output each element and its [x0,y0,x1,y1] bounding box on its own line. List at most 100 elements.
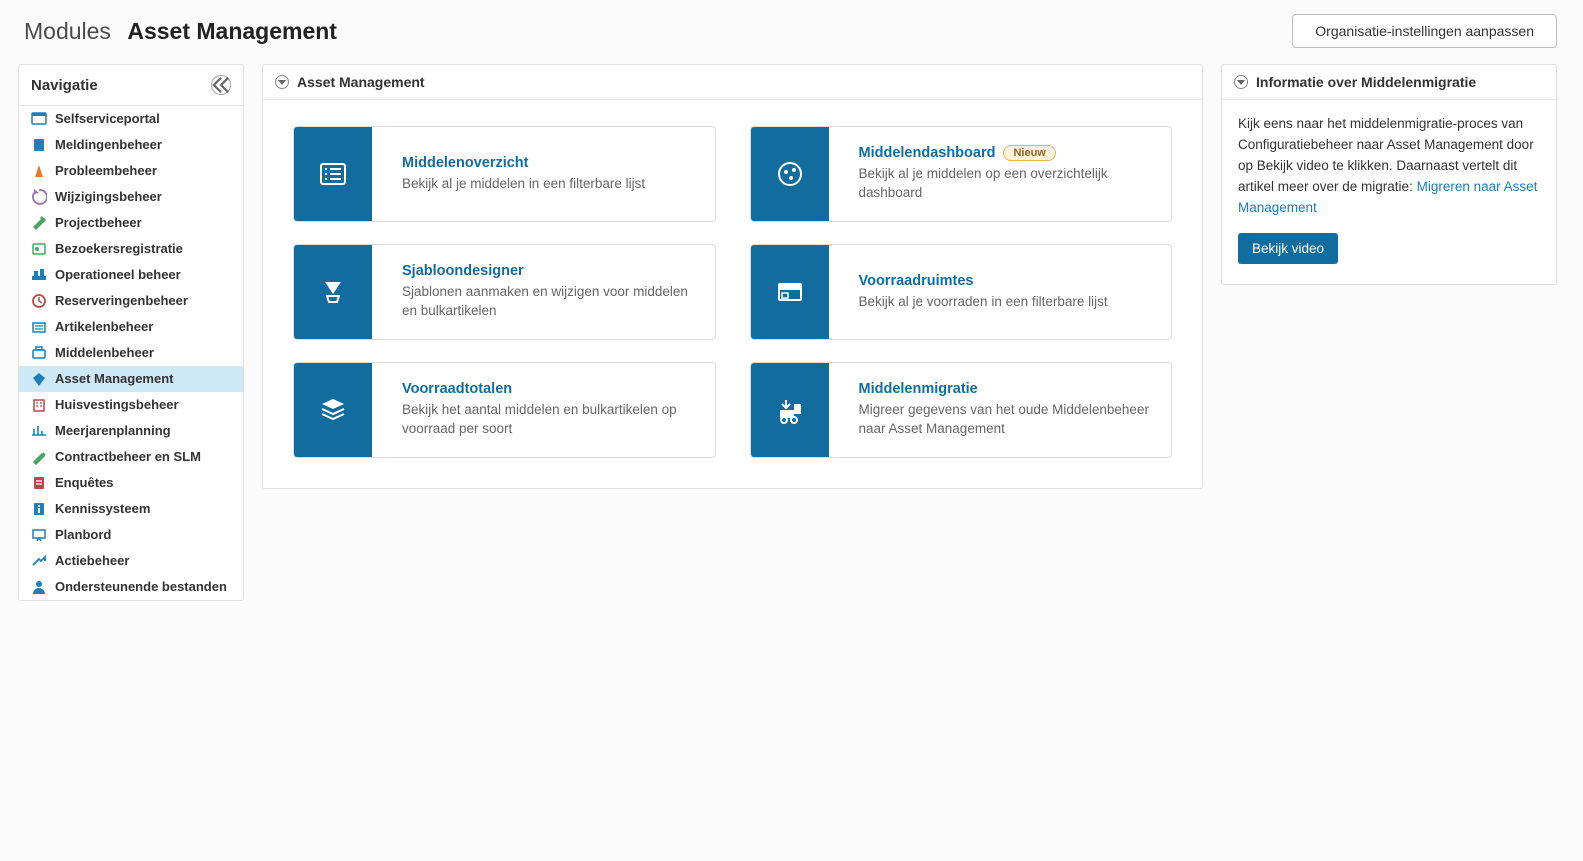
sidebar-item-meerjarenplanning[interactable]: Meerjarenplanning [19,418,243,444]
action-icon [31,553,47,569]
sidebar-item-label: Wijzigingsbeheer [55,189,162,205]
survey-icon [31,475,47,491]
card-desc: Bekijk al je middelen op een overzichtel… [859,165,1152,203]
clock-icon [31,293,47,309]
sidebar-item-reserveringenbeheer[interactable]: Reserveringenbeheer [19,288,243,314]
sidebar-item-label: Meerjarenplanning [55,423,171,439]
sidebar-item-label: Meldingenbeheer [55,137,162,153]
sidebar-item-enquetes[interactable]: Enquêtes [19,470,243,496]
sidebar-item-wijzigingsbeheer[interactable]: Wijzigingsbeheer [19,184,243,210]
sidebar-item-label: Selfserviceportal [55,111,160,127]
sidebar-item-label: Reserveringenbeheer [55,293,188,309]
sidebar-item-label: Planbord [55,527,111,543]
board-icon [31,527,47,543]
sidebar-item-label: Enquêtes [55,475,114,491]
card-desc: Bekijk al je voorraden in een filterbare… [859,293,1108,312]
card-middelenoverzicht[interactable]: Middelenoverzicht Bekijk al je middelen i… [293,126,716,222]
pen-icon [31,449,47,465]
building-icon [31,397,47,413]
breadcrumb: Modules Asset Management [24,18,337,45]
sidebar-item-label: Contractbeheer en SLM [55,449,201,465]
new-badge: Nieuw [1003,145,1055,161]
diamond-icon [31,371,47,387]
card-title: Middelendashboard [859,145,996,161]
sidebar-nav: Navigatie Selfserviceportal Meldingenbehe… [18,64,244,601]
card-middelendashboard[interactable]: Middelendashboard Nieuw Bekijk al je midde… [750,126,1173,222]
sidebar-item-label: Asset Management [55,371,173,387]
org-settings-button[interactable]: Organisatie-instellingen aanpassen [1292,14,1557,48]
sidebar-item-kennissysteem[interactable]: Kennissysteem [19,496,243,522]
sidebar-item-label: Ondersteunende bestanden [55,579,227,595]
watch-video-button[interactable]: Bekijk video [1238,233,1338,264]
sidebar-item-artikelenbeheer[interactable]: Artikelenbeheer [19,314,243,340]
breadcrumb-modules[interactable]: Modules [24,18,111,44]
main-panel-header[interactable]: Asset Management [263,65,1202,100]
collapse-icon [275,75,289,89]
visitor-icon [31,241,47,257]
page-header: Modules Asset Management Organisatie-ins… [18,14,1557,48]
info-panel: Informatie over Middelenmigratie Kijk ee… [1221,64,1557,285]
card-title: Voorraadruimtes [859,273,974,289]
sidebar-item-operationeel-beheer[interactable]: Operationeel beheer [19,262,243,288]
sidebar-item-label: Huisvestingsbeheer [55,397,179,413]
sidebar-title: Navigatie [31,77,98,94]
design-icon [294,245,372,339]
sidebar-item-middelenbeheer[interactable]: Middelenbeheer [19,340,243,366]
change-icon [31,189,47,205]
assets-icon [31,345,47,361]
sidebar-item-label: Actiebeheer [55,553,129,569]
sidebar-item-projectbeheer[interactable]: Projectbeheer [19,210,243,236]
card-title: Voorraadtotalen [402,381,512,397]
card-title: Middelenoverzicht [402,155,529,171]
portal-icon [31,111,47,127]
info-icon [31,501,47,517]
cone-icon [31,163,47,179]
card-title: Sjabloondesigner [402,263,524,279]
card-desc: Bekijk al je middelen in een filterbare … [402,175,645,194]
sidebar-item-planbord[interactable]: Planbord [19,522,243,548]
sidebar-item-label: Operationeel beheer [55,267,181,283]
sidebar-item-ondersteunende-bestanden[interactable]: Ondersteunende bestanden [19,574,243,600]
sidebar-item-actiebeheer[interactable]: Actiebeheer [19,548,243,574]
sidebar-item-probleembeheer[interactable]: Probleembeheer [19,158,243,184]
stockroom-icon [751,245,829,339]
sidebar-item-label: Bezoekersregistratie [55,241,183,257]
sidebar-item-label: Kennissysteem [55,501,150,517]
dashboard-icon [751,127,829,221]
articles-icon [31,319,47,335]
card-title: Middelenmigratie [859,381,978,397]
card-middelenmigratie[interactable]: Middelenmigratie Migreer gegevens van het… [750,362,1173,458]
user-icon [31,579,47,595]
info-panel-header[interactable]: Informatie over Middelenmigratie [1222,65,1556,100]
card-voorraadtotalen[interactable]: Voorraadtotalen Bekijk het aantal middele… [293,362,716,458]
info-panel-title: Informatie over Middelenmigratie [1256,74,1476,90]
sidebar-item-label: Probleembeheer [55,163,157,179]
card-sjabloondesigner[interactable]: Sjabloondesigner Sjablonen aanmaken en wi… [293,244,716,340]
list-icon [294,127,372,221]
sidebar-item-label: Projectbeheer [55,215,142,231]
timeline-icon [31,423,47,439]
main-panel: Asset Management Middelenoverzicht Bekijk… [262,64,1203,489]
sidebar-item-label: Middelenbeheer [55,345,154,361]
sidebar-item-contractbeheer-en-slm[interactable]: Contractbeheer en SLM [19,444,243,470]
sidebar-item-bezoekersregistratie[interactable]: Bezoekersregistratie [19,236,243,262]
chevron-left-double-icon [212,76,230,94]
card-desc: Bekijk het aantal middelen en bulkartike… [402,401,695,439]
sidebar-collapse-button[interactable] [211,75,231,95]
collapse-icon [1234,75,1248,89]
card-desc: Sjablonen aanmaken en wijzigen voor midd… [402,283,695,321]
stack-icon [294,363,372,457]
migrate-icon [751,363,829,457]
card-voorraadruimtes[interactable]: Voorraadruimtes Bekijk al je voorraden in… [750,244,1173,340]
main-panel-title: Asset Management [297,74,425,90]
sidebar-item-asset-management[interactable]: Asset Management [19,366,243,392]
card-desc: Migreer gegevens van het oude Middelenbe… [859,401,1152,439]
incident-icon [31,137,47,153]
sidebar-item-huisvestingsbeheer[interactable]: Huisvestingsbeheer [19,392,243,418]
sidebar-item-meldingenbeheer[interactable]: Meldingenbeheer [19,132,243,158]
sidebar-item-label: Artikelenbeheer [55,319,153,335]
sidebar-item-selfserviceportal[interactable]: Selfserviceportal [19,106,243,132]
hammer-icon [31,215,47,231]
ops-icon [31,267,47,283]
breadcrumb-current: Asset Management [127,18,337,44]
